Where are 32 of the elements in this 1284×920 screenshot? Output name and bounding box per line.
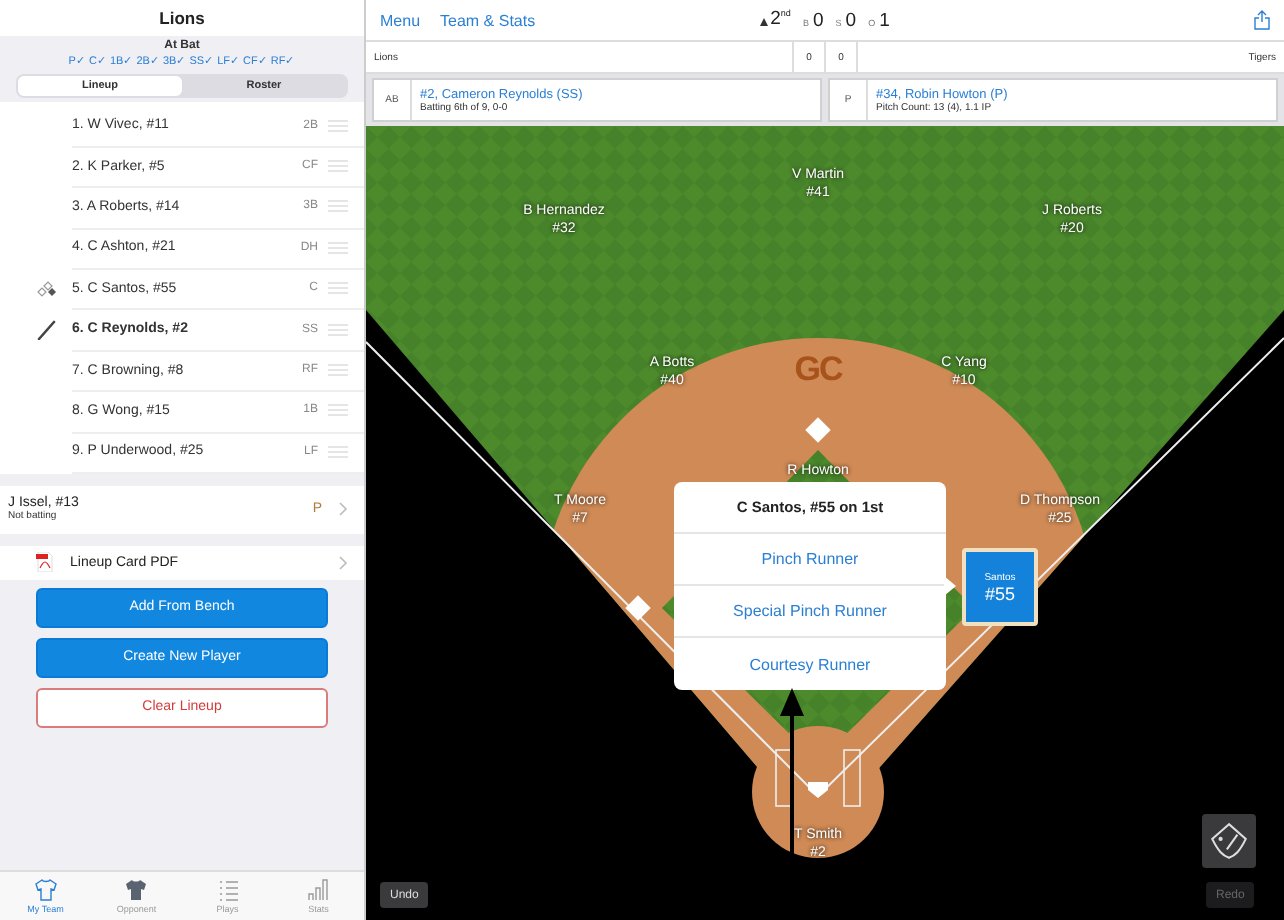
share-icon[interactable] [1254, 10, 1270, 30]
drag-handle-icon[interactable] [328, 119, 348, 132]
field-view-button[interactable] [1202, 814, 1256, 868]
drag-handle-icon[interactable] [328, 404, 348, 417]
popup-option[interactable]: Pinch Runner [674, 534, 946, 586]
nav-link[interactable]: Menu [380, 11, 421, 29]
count-value: 0 [845, 9, 857, 32]
count-value: 1 [879, 9, 890, 32]
nav-link[interactable]: Team & Stats [440, 11, 536, 29]
drag-handle-icon[interactable] [328, 160, 348, 173]
drag-handle-icon[interactable] [328, 282, 348, 295]
drag-handle-icon[interactable] [328, 364, 348, 377]
chevron-icon [338, 555, 348, 570]
runner-number: #55 [984, 583, 1016, 603]
popup-option[interactable]: Courtesy Runner [674, 638, 946, 690]
logo-text: GC [794, 350, 842, 390]
base-runner-icon [36, 279, 56, 300]
popup-option[interactable]: Special Pinch Runner [674, 586, 946, 638]
list-icon [215, 878, 240, 902]
team-title: Lions [157, 6, 207, 32]
jersey-icon [124, 878, 149, 902]
bar-chart-icon [306, 878, 331, 902]
bat-icon [36, 320, 56, 341]
drag-handle-icon[interactable] [328, 323, 348, 336]
count-value: 0 [812, 9, 824, 32]
drag-handle-icon[interactable] [328, 241, 348, 254]
chevron-icon [338, 502, 348, 517]
diamond-field-icon [1208, 820, 1250, 862]
drag-handle-icon[interactable] [328, 200, 348, 213]
drag-handle-icon[interactable] [328, 445, 348, 458]
pdf-icon [36, 552, 54, 573]
shirt-icon [33, 878, 58, 902]
